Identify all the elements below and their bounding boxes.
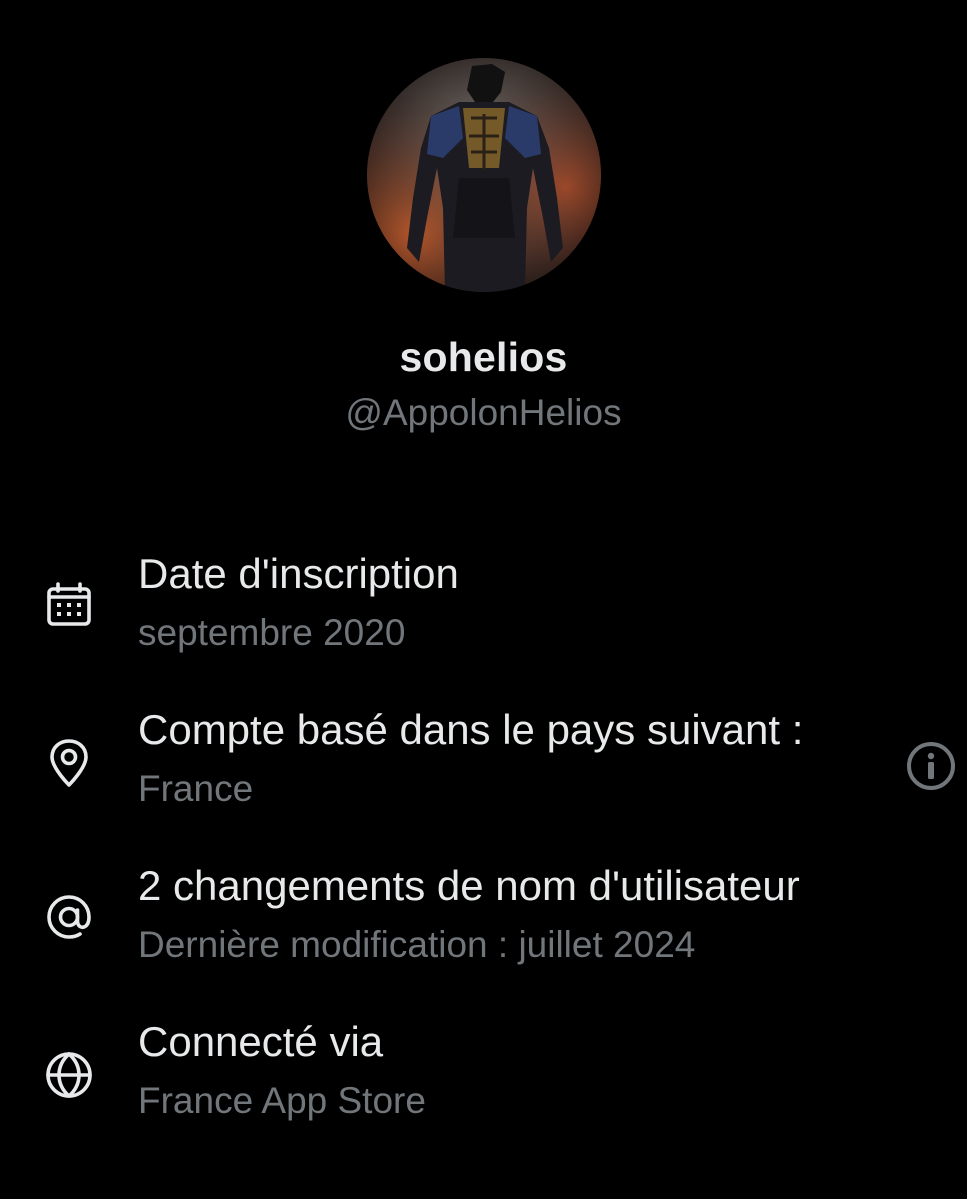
detail-row-join-date: Date d'inscription septembre 2020 [0, 550, 967, 680]
username-changes-last-modified: Dernière modification : juillet 2024 [138, 924, 696, 965]
profile-avatar[interactable] [367, 58, 601, 292]
join-date-title: Date d'inscription [138, 550, 459, 597]
location-pin-icon [50, 739, 88, 787]
detail-row-country: Compte basé dans le pays suivant : Franc… [0, 706, 967, 836]
calendar-icon [47, 582, 91, 626]
connected-via-title: Connecté via [138, 1018, 384, 1065]
globe-icon [46, 1052, 92, 1098]
country-value: France [138, 768, 254, 809]
at-sign-icon [47, 895, 91, 939]
detail-row-username-changes: 2 changements de nom d'utilisateur Derni… [0, 862, 967, 992]
username-changes-title: 2 changements de nom d'utilisateur [138, 862, 800, 909]
detail-row-connected-via: Connecté via France App Store [0, 1018, 967, 1148]
display-name: sohelios [399, 334, 568, 380]
info-icon[interactable] [903, 738, 959, 794]
join-date-value: septembre 2020 [138, 612, 406, 653]
country-title: Compte basé dans le pays suivant : [138, 706, 804, 753]
connected-via-value: France App Store [138, 1080, 426, 1121]
avatar-image [367, 58, 601, 292]
username-handle: @AppolonHelios [345, 392, 622, 433]
